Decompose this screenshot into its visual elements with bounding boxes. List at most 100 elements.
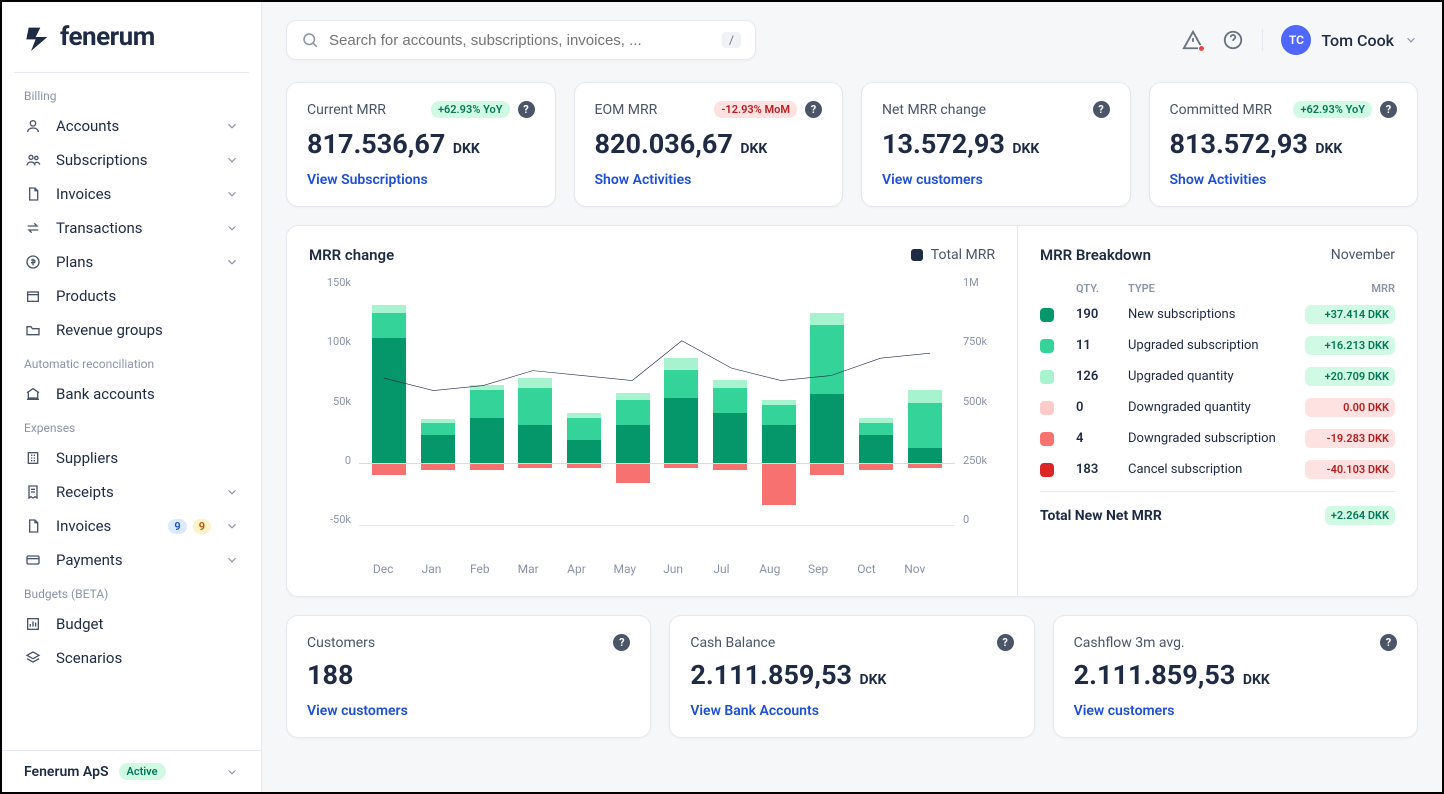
- file-icon: [24, 185, 42, 203]
- sidebar-item-revenue-groups[interactable]: Revenue groups: [2, 313, 261, 347]
- stat-title: EOM MRR: [595, 102, 658, 118]
- folder-icon: [24, 321, 42, 339]
- help-icon[interactable]: ?: [518, 101, 535, 118]
- sidebar-item-scenarios[interactable]: Scenarios: [2, 641, 261, 675]
- sidebar-item-budget[interactable]: Budget: [2, 607, 261, 641]
- xtick: Jun: [649, 562, 697, 576]
- sidebar-item-receipts[interactable]: Receipts: [2, 475, 261, 509]
- breakdown-row: 190 New subscriptions +37.414 DKK: [1040, 305, 1395, 324]
- help-icon[interactable]: ?: [613, 634, 630, 651]
- sidebar-label: Suppliers: [56, 449, 239, 467]
- help-icon[interactable]: ?: [1380, 634, 1397, 651]
- sidebar-label: Scenarios: [56, 649, 239, 667]
- xtick: Jan: [407, 562, 455, 576]
- bk-type: Downgraded subscription: [1128, 431, 1293, 446]
- stat-value: 820.036,67 DKK: [595, 128, 823, 160]
- sidebar-item-products[interactable]: Products: [2, 279, 261, 313]
- sidebar-label: Invoices: [56, 185, 211, 203]
- ytick: 150k: [327, 276, 351, 289]
- avatar: TC: [1281, 25, 1311, 55]
- sidebar-item-subscriptions[interactable]: Subscriptions: [2, 143, 261, 177]
- breakdown-panel: MRR Breakdown November QTY. TYPE MRR 190…: [1017, 226, 1417, 596]
- sidebar-item-bank-accounts[interactable]: Bank accounts: [2, 377, 261, 411]
- breakdown-row: 0 Downgraded quantity 0.00 DKK: [1040, 398, 1395, 417]
- chevron-down-icon: [225, 519, 239, 533]
- help-icon[interactable]: ?: [805, 101, 822, 118]
- x-axis: DecJanFebMarAprMayJunJulAugSepOctNov: [309, 562, 995, 576]
- bottom-link[interactable]: View Bank Accounts: [690, 703, 819, 719]
- y-axis-right: 1M750k500k250k0: [955, 276, 995, 526]
- bk-qty: 183: [1076, 462, 1116, 477]
- stat-link[interactable]: Show Activities: [595, 172, 692, 188]
- sidebar-item-suppliers[interactable]: Suppliers: [2, 441, 261, 475]
- sidebar-item-invoices[interactable]: Invoices: [2, 177, 261, 211]
- breakdown-title: MRR Breakdown: [1040, 246, 1151, 264]
- section-expenses: Expenses: [2, 411, 261, 441]
- chevron-down-icon: [225, 485, 239, 499]
- chart-panel: MRR change Total MRR 150k100k50k0-50k 1M…: [287, 226, 1017, 596]
- bk-type: Cancel subscription: [1128, 462, 1293, 477]
- sidebar-label: Receipts: [56, 483, 211, 501]
- search-input[interactable]: [329, 32, 712, 49]
- bk-mrr: -40.103 DKK: [1305, 460, 1395, 479]
- sidebar-label: Transactions: [56, 219, 211, 237]
- xtick: May: [601, 562, 649, 576]
- help-button[interactable]: [1222, 29, 1244, 51]
- help-icon[interactable]: ?: [1093, 101, 1110, 118]
- sidebar-item-exp-invoices[interactable]: Invoices 9 9: [2, 509, 261, 543]
- swatch: [1040, 463, 1054, 477]
- ytick: 250k: [963, 454, 987, 467]
- stat-pill: +62.93% YoY: [1293, 101, 1372, 118]
- stat-card-1: EOM MRR -12.93% MoM ? 820.036,67 DKK Sho…: [574, 82, 844, 207]
- search-box[interactable]: /: [286, 20, 756, 60]
- bottom-value: 2.111.859,53 DKK: [690, 659, 1013, 691]
- col-type: TYPE: [1128, 282, 1293, 295]
- stat-link[interactable]: View customers: [882, 172, 983, 188]
- ytick: 1M: [963, 276, 979, 289]
- coin-icon: [24, 253, 42, 271]
- stat-value: 813.572,93 DKK: [1170, 128, 1398, 160]
- sidebar-item-transactions[interactable]: Transactions: [2, 211, 261, 245]
- sidebar-item-plans[interactable]: Plans: [2, 245, 261, 279]
- bottom-link[interactable]: View customers: [1074, 703, 1175, 719]
- help-icon: [1222, 29, 1244, 51]
- badge-yellow: 9: [193, 519, 211, 534]
- help-icon[interactable]: ?: [997, 634, 1014, 651]
- bk-type: Upgraded subscription: [1128, 338, 1293, 353]
- bottom-row: Customers ? 188 View customers Cash Bala…: [286, 615, 1418, 738]
- stat-title: Current MRR: [307, 102, 386, 118]
- sidebar-label: Payments: [56, 551, 211, 569]
- separator: [1262, 29, 1263, 51]
- main: / TC Tom Cook Cu: [262, 2, 1442, 792]
- bottom-link[interactable]: View customers: [307, 703, 408, 719]
- help-icon[interactable]: ?: [1380, 101, 1397, 118]
- box-icon: [24, 287, 42, 305]
- breakdown-row: 11 Upgraded subscription +16.213 DKK: [1040, 336, 1395, 355]
- alerts-button[interactable]: [1182, 29, 1204, 51]
- stat-title: Net MRR change: [882, 102, 986, 118]
- bottom-title: Cash Balance: [690, 635, 775, 651]
- bottom-value: 188: [307, 659, 630, 691]
- card-icon: [24, 551, 42, 569]
- bottom-title: Cashflow 3m avg.: [1074, 635, 1185, 651]
- sidebar-item-accounts[interactable]: Accounts: [2, 109, 261, 143]
- bk-mrr: +16.213 DKK: [1305, 336, 1395, 355]
- stat-link[interactable]: Show Activities: [1170, 172, 1267, 188]
- ytick: 0: [345, 454, 351, 467]
- sidebar-label: Subscriptions: [56, 151, 211, 169]
- badges: 9 9: [168, 519, 211, 534]
- chart-title: MRR change: [309, 246, 394, 264]
- status-badge: Active: [119, 763, 166, 780]
- stat-link[interactable]: View Subscriptions: [307, 172, 428, 188]
- bottom-card-1: Cash Balance ? 2.111.859,53 DKK View Ban…: [669, 615, 1034, 738]
- ytick: 750k: [963, 335, 987, 348]
- stat-pill: -12.93% MoM: [714, 101, 797, 118]
- bk-mrr: 0.00 DKK: [1305, 398, 1395, 417]
- user-menu[interactable]: TC Tom Cook: [1281, 25, 1418, 55]
- sidebar-footer[interactable]: Fenerum ApS Active: [2, 750, 261, 792]
- logo[interactable]: fenerum: [2, 22, 261, 66]
- chevron-down-icon: [225, 765, 239, 779]
- bank-icon: [24, 385, 42, 403]
- xtick: Aug: [746, 562, 794, 576]
- sidebar-item-payments[interactable]: Payments: [2, 543, 261, 577]
